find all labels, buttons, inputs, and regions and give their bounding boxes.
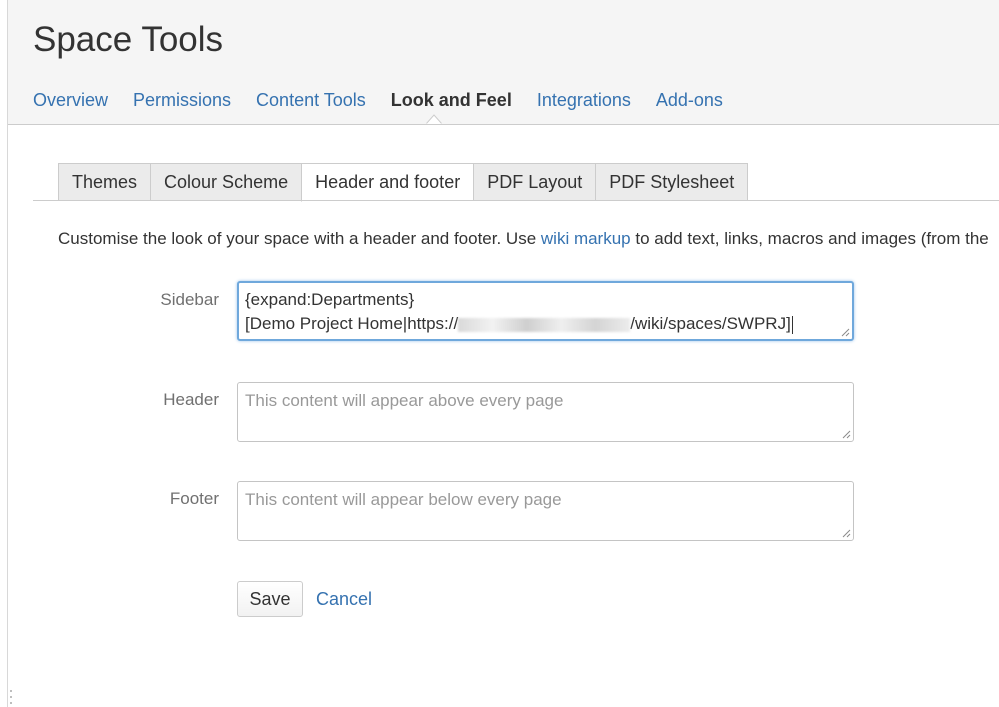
sidebar-label: Sidebar [160,290,219,309]
active-nav-pointer-icon [426,114,442,124]
wiki-markup-link[interactable]: wiki markup [541,229,631,248]
resize-grip-icon[interactable] [840,327,850,337]
look-and-feel-tabs: Themes Colour Scheme Header and footer P… [58,163,749,202]
text-caret [791,315,793,334]
save-button[interactable]: Save [237,581,303,617]
header-textarea[interactable]: This content will appear above every pag… [237,382,854,442]
space-tools-nav: Overview Permissions Content Tools Look … [33,90,748,114]
nav-permissions[interactable]: Permissions [133,90,231,114]
cancel-link[interactable]: Cancel [316,589,372,610]
page-frame: Space Tools Overview Permissions Content… [7,0,999,707]
header-label: Header [163,390,219,409]
tab-header-and-footer[interactable]: Header and footer [301,163,474,202]
footer-label: Footer [169,489,219,508]
sidebar-textarea[interactable]: {expand:Departments} [Demo Project Home|… [237,281,854,341]
tab-pdf-layout[interactable]: PDF Layout [473,163,596,201]
nav-add-ons[interactable]: Add-ons [656,90,723,114]
nav-content-tools[interactable]: Content Tools [256,90,366,114]
tab-colour-scheme[interactable]: Colour Scheme [150,163,302,201]
footer-textarea[interactable]: This content will appear below every pag… [237,481,854,541]
tab-themes[interactable]: Themes [58,163,151,201]
header-area: Space Tools Overview Permissions Content… [8,0,999,125]
description-after: to add text, links, macros and images (f… [630,229,989,248]
nav-look-and-feel[interactable]: Look and Feel [391,90,512,114]
tab-pdf-stylesheet[interactable]: PDF Stylesheet [595,163,749,201]
tabs-divider [33,200,999,201]
nav-overview[interactable]: Overview [33,90,108,114]
redacted-domain [458,317,631,332]
drag-handle-icon[interactable] [9,688,13,706]
resize-grip-icon[interactable] [841,528,851,538]
description-text: Customise the look of your space with a … [58,229,989,249]
description-before: Customise the look of your space with a … [58,229,541,248]
sidebar-line-2: [Demo Project Home|https:///wiki/spaces/… [245,314,793,334]
footer-placeholder: This content will appear below every pag… [245,490,562,509]
sidebar-line-1: {expand:Departments} [245,290,415,309]
header-placeholder: This content will appear above every pag… [245,391,564,410]
nav-integrations[interactable]: Integrations [537,90,631,114]
page-title: Space Tools [33,20,224,59]
resize-grip-icon[interactable] [841,429,851,439]
